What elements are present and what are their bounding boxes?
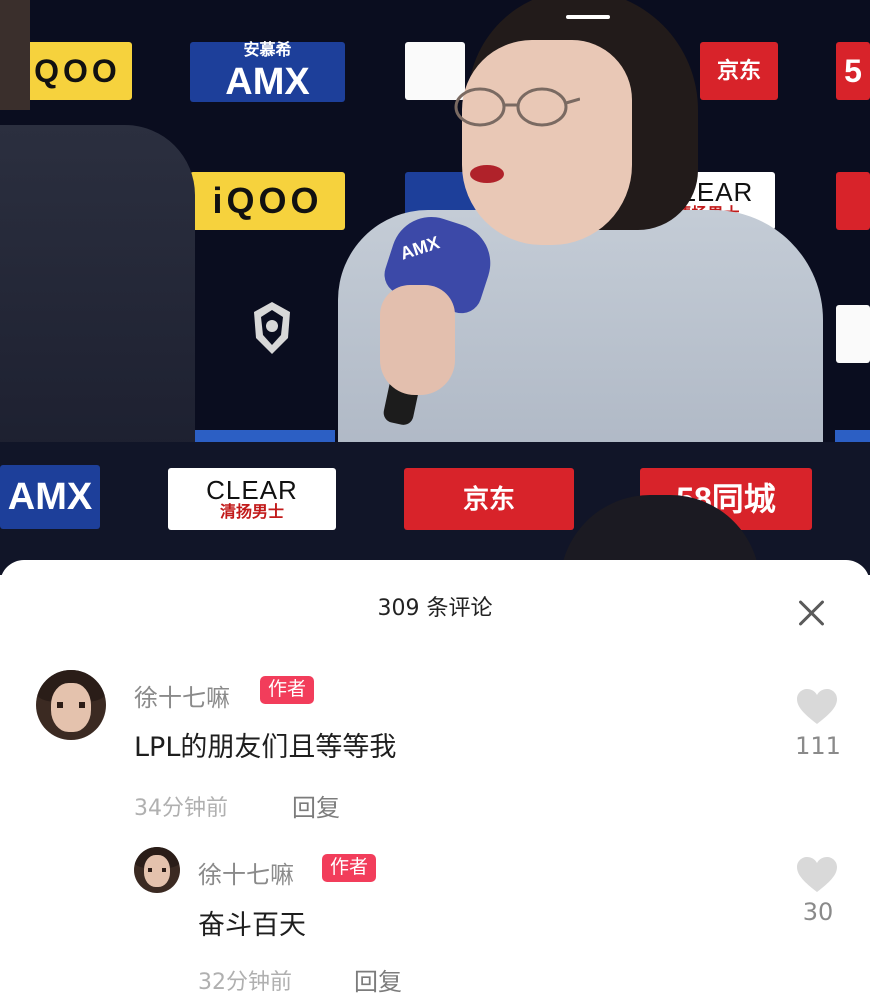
- reply-button[interactable]: 回复: [292, 788, 340, 823]
- speaker-hand: [380, 285, 455, 395]
- sponsor-logo-text: 5: [844, 53, 862, 89]
- sponsor-logo-text: CLEAR: [206, 475, 298, 505]
- video-player[interactable]: iQOO 安慕希 AMX 京东 5 iQOO CLEAR 清扬男士 AMX: [0, 0, 870, 575]
- comment-username[interactable]: 徐十七嘛: [134, 678, 230, 713]
- video-progress-indicator: [566, 15, 610, 19]
- person-left-silhouette: [0, 125, 195, 455]
- speaker-face: [462, 40, 632, 245]
- avatar[interactable]: [36, 670, 106, 740]
- like-count: 111: [795, 732, 841, 760]
- comments-count-title: 309 条评论: [377, 596, 493, 621]
- sponsor-logo-text: 京东: [716, 58, 761, 83]
- sponsor-logo-subtext: 清扬男士: [219, 504, 284, 521]
- sponsor-logo-text: AMX: [7, 476, 93, 518]
- sponsor-logo-text: AMX: [225, 61, 310, 103]
- sponsor-logo-text: iQOO: [21, 53, 121, 89]
- comment-timestamp: 34分钟前: [134, 796, 228, 821]
- like-count: 30: [802, 898, 834, 926]
- sponsor-logo-jd: 京东: [700, 42, 778, 100]
- close-icon[interactable]: [790, 593, 832, 635]
- sponsor-logo-amx: 安慕希 AMX: [190, 42, 345, 102]
- comment-text: LPL的朋友们且等等我: [134, 732, 397, 763]
- sponsor-logo-white-partial: [836, 305, 870, 363]
- sponsor-logo-amx: AMX: [0, 465, 100, 529]
- sponsor-logo-iqoo: iQOO: [190, 172, 345, 230]
- sponsor-logo-subtext: 安慕希: [243, 42, 292, 59]
- comments-sheet: 309 条评论 徐十七嘛 作者 LPL的朋友们且等等我 34分钟前 回复 111…: [0, 560, 870, 1000]
- sponsor-logo-text: 京东: [462, 484, 515, 514]
- heart-icon[interactable]: [796, 856, 838, 894]
- comment-username[interactable]: 徐十七嘛: [198, 855, 294, 890]
- speaker-lips: [470, 165, 504, 183]
- sponsor-logo-text: iQOO: [212, 180, 323, 221]
- person-left-arm: [0, 0, 30, 110]
- backdrop-stripe: [190, 430, 335, 442]
- reply-button[interactable]: 回复: [354, 962, 402, 997]
- author-badge: 作者: [260, 676, 315, 704]
- heart-icon[interactable]: [796, 688, 838, 726]
- backdrop-stripe: [835, 430, 870, 442]
- sponsor-logo-jd: 京东: [404, 468, 574, 530]
- comment-timestamp: 32分钟前: [198, 970, 292, 995]
- sponsor-logo-red-partial: [836, 172, 870, 230]
- comment-text: 奋斗百天: [198, 910, 306, 941]
- author-badge: 作者: [322, 854, 377, 882]
- league-emblem-icon: [254, 302, 290, 354]
- sponsor-logo-clear: CLEAR 清扬男士: [168, 468, 336, 530]
- glasses-icon: [454, 87, 580, 127]
- avatar[interactable]: [134, 847, 180, 893]
- sponsor-logo-58: 5: [836, 42, 870, 100]
